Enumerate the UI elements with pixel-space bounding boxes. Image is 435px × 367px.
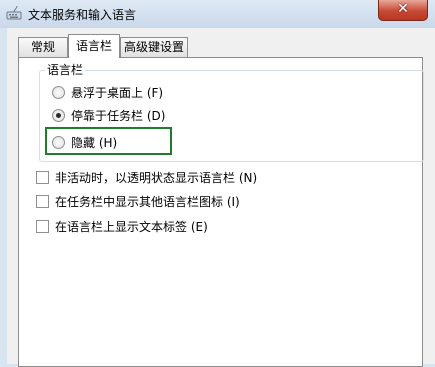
radio-hidden[interactable]: 隐藏 (H) bbox=[52, 134, 117, 150]
group-title: 语言栏 bbox=[45, 61, 86, 78]
window-title: 文本服务和输入语言 bbox=[28, 8, 137, 22]
tab-panel: 语言栏 悬浮于桌面上 (F) 停靠于任务栏 (D) 隐藏 (H) 非活动时，以透… bbox=[18, 57, 424, 367]
checkbox-show-extra-icons[interactable]: 在任务栏中显示其他语言栏图标 (I) bbox=[36, 193, 240, 209]
keyboard-icon bbox=[6, 5, 22, 20]
close-button[interactable]: ✕ bbox=[378, 0, 428, 21]
tab-language-bar[interactable]: 语言栏 bbox=[68, 34, 120, 58]
checkbox-label: 在语言栏上显示文本标签 (E) bbox=[55, 219, 208, 234]
tab-general[interactable]: 常规 bbox=[18, 37, 68, 57]
radio-dock-in-taskbar[interactable]: 停靠于任务栏 (D) bbox=[52, 107, 165, 123]
checkbox-transparent-inactive[interactable]: 非活动时，以透明状态显示语言栏 (N) bbox=[36, 169, 257, 185]
tab-advanced-key-settings[interactable]: 高级键设置 bbox=[120, 37, 188, 57]
radio-label: 隐藏 (H) bbox=[71, 135, 118, 150]
checkbox[interactable] bbox=[36, 194, 49, 208]
dialog-client-area: 常规 语言栏 高级键设置 语言栏 悬浮于桌面上 (F) 停靠于任务栏 (D) 隐… bbox=[7, 28, 435, 367]
checkbox-label: 在任务栏中显示其他语言栏图标 (I) bbox=[55, 194, 240, 209]
radio-button[interactable] bbox=[52, 85, 65, 99]
title-bar: 文本服务和输入语言 ✕ bbox=[0, 0, 435, 28]
radio-button-selected[interactable] bbox=[52, 108, 65, 122]
checkbox[interactable] bbox=[36, 170, 49, 184]
radio-float-on-desktop[interactable]: 悬浮于桌面上 (F) bbox=[52, 84, 163, 100]
radio-label: 停靠于任务栏 (D) bbox=[71, 108, 166, 123]
radio-label: 悬浮于桌面上 (F) bbox=[71, 85, 164, 100]
checkbox-label: 非活动时，以透明状态显示语言栏 (N) bbox=[55, 170, 258, 185]
checkbox-show-text-labels[interactable]: 在语言栏上显示文本标签 (E) bbox=[36, 218, 208, 234]
checkbox[interactable] bbox=[36, 219, 49, 233]
radio-button[interactable] bbox=[52, 135, 65, 149]
